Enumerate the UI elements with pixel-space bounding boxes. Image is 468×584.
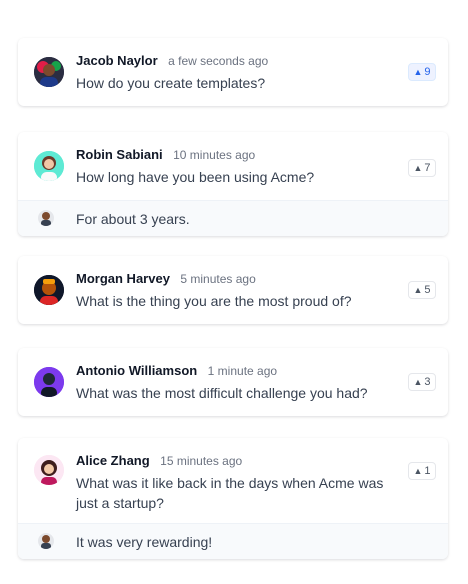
avatar-image [34, 57, 64, 87]
question-main: Alice Zhang 15 minutes ago What was it l… [18, 438, 448, 513]
author-name: Morgan Harvey [76, 271, 170, 286]
avatar-image [34, 151, 64, 181]
question-card: Robin Sabiani 10 minutes ago How long ha… [18, 132, 448, 236]
question-main: Robin Sabiani 10 minutes ago How long ha… [18, 132, 448, 201]
question-card: Jacob Naylor a few seconds ago How do yo… [18, 38, 448, 106]
upvote-icon: ▲ [413, 377, 423, 387]
question-text: How do you create templates? [76, 75, 266, 91]
author-name: Jacob Naylor [76, 53, 158, 68]
avatar [34, 367, 64, 397]
avatar [34, 151, 64, 181]
answer-text: For about 3 years. [76, 210, 190, 227]
vote-count: 9 [424, 66, 431, 78]
avatar-image [34, 367, 64, 397]
question-text: What is the thing you are the most proud… [76, 293, 352, 309]
timestamp: 5 minutes ago [180, 272, 256, 286]
answer-text: It was very rewarding! [76, 533, 213, 550]
upvote-icon: ▲ [413, 67, 423, 77]
question-main: Antonio Williamson 1 minute ago What was… [18, 348, 448, 416]
avatar-image [34, 275, 64, 305]
upvote-icon: ▲ [413, 163, 423, 173]
avatar [34, 275, 64, 305]
author-name: Alice Zhang [76, 453, 150, 468]
vote-count: 7 [424, 162, 431, 174]
upvote-icon: ▲ [413, 285, 423, 295]
vote-count: 1 [424, 465, 431, 477]
answer-avatar [38, 533, 54, 549]
author-name: Robin Sabiani [76, 147, 163, 162]
vote-count: 3 [424, 376, 431, 388]
upvote-button[interactable]: ▲ 7 [408, 159, 436, 177]
upvote-button[interactable]: ▲ 5 [408, 281, 436, 299]
question-card: Antonio Williamson 1 minute ago What was… [18, 348, 448, 416]
timestamp: 15 minutes ago [160, 454, 243, 468]
upvote-icon: ▲ [413, 466, 423, 476]
avatar-image [38, 533, 54, 549]
question-text: How long have you been using Acme? [76, 169, 315, 185]
upvote-button[interactable]: ▲ 9 [408, 63, 436, 81]
timestamp: 1 minute ago [207, 364, 278, 378]
question-text: What was it like back in the days when A… [76, 475, 384, 511]
answer-row: It was very rewarding! [18, 523, 448, 559]
author-name: Antonio Williamson [76, 363, 198, 378]
question-card: Morgan Harvey 5 minutes ago What is the … [18, 256, 448, 324]
avatar [34, 455, 64, 485]
question-text: What was the most difficult challenge yo… [76, 385, 368, 401]
vote-count: 5 [424, 284, 431, 296]
answer-avatar [38, 210, 54, 226]
upvote-button[interactable]: ▲ 3 [408, 373, 436, 391]
avatar-image [38, 210, 54, 226]
timestamp: 10 minutes ago [173, 148, 256, 162]
question-card: Alice Zhang 15 minutes ago What was it l… [18, 438, 448, 559]
question-main: Jacob Naylor a few seconds ago How do yo… [18, 38, 448, 106]
timestamp: a few seconds ago [168, 54, 269, 68]
avatar [34, 57, 64, 87]
question-main: Morgan Harvey 5 minutes ago What is the … [18, 256, 448, 324]
upvote-button[interactable]: ▲ 1 [408, 462, 436, 480]
answer-row: For about 3 years. [18, 200, 448, 236]
avatar-image [34, 455, 64, 485]
